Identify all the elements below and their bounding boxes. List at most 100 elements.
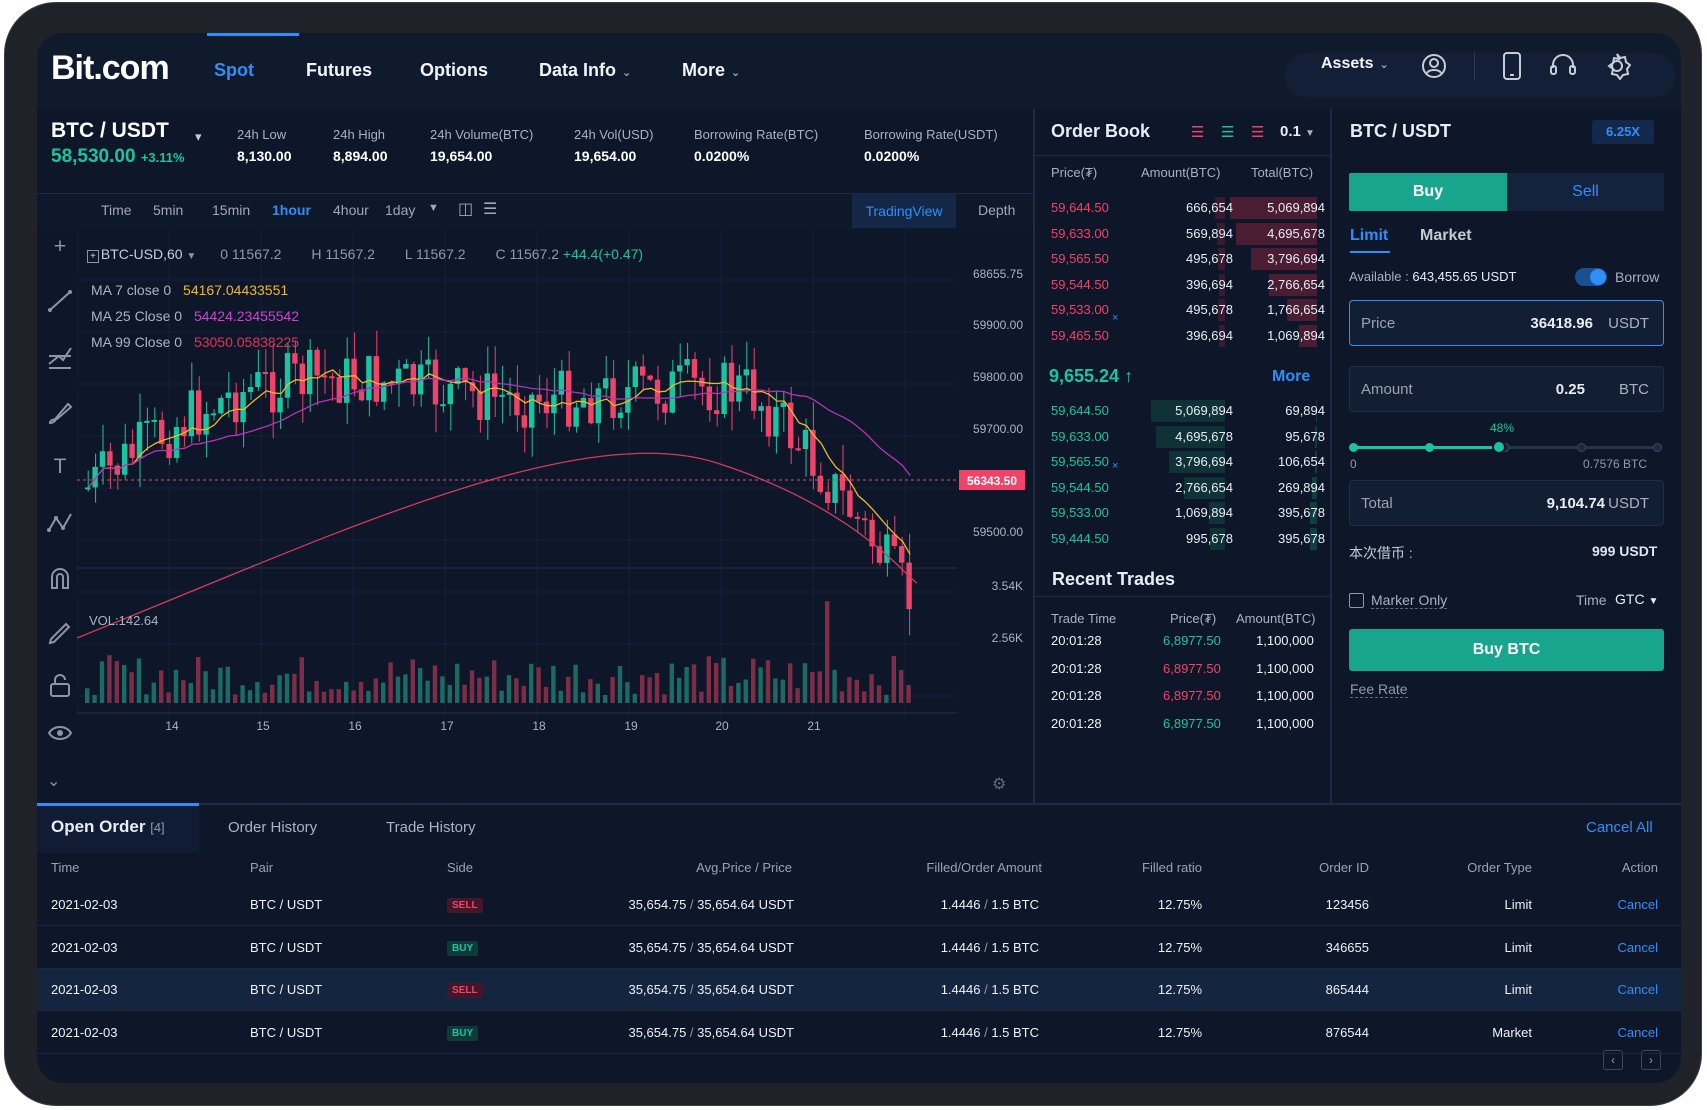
buy-tab[interactable]: Buy <box>1349 173 1507 211</box>
bid-row[interactable]: 59,533.00 1,069,894 395,678 <box>1047 500 1341 526</box>
bid-row[interactable]: 59,565.50 3,796,694 106,654 <box>1047 449 1341 475</box>
arrow-up-icon: ↑ <box>1124 366 1134 386</box>
time-in-force-select[interactable]: GTC ▼ <box>1615 591 1658 607</box>
brush-icon[interactable] <box>47 400 73 426</box>
interval-dropdown-icon[interactable]: ▼ <box>428 202 439 214</box>
nav-futures[interactable]: Futures <box>306 60 372 81</box>
lock-icon[interactable] <box>47 672 73 698</box>
order-cancel-button[interactable]: Cancel <box>1618 897 1658 912</box>
nav-more[interactable]: More ⌄ <box>682 60 740 81</box>
assets-menu[interactable]: Assets ⌄ <box>1321 55 1389 73</box>
sell-tab[interactable]: Sell <box>1507 173 1664 211</box>
slider-step[interactable] <box>1349 443 1358 452</box>
settings-gear-icon[interactable] <box>1603 52 1631 80</box>
book-view-both-icon[interactable]: ☰ <box>1191 123 1204 141</box>
open-order-tab[interactable]: Open Order [4] <box>51 817 165 837</box>
volume-bar <box>144 694 149 703</box>
bid-row[interactable]: 59,444.50 995,678 395,678 <box>1047 526 1341 552</box>
bid-row[interactable]: 59,544.50 2,766,654 269,894 <box>1047 475 1341 501</box>
fibonacci-icon[interactable] <box>47 344 73 370</box>
interval-1hour[interactable]: 1hour <box>272 202 311 218</box>
pattern-icon[interactable] <box>47 510 73 536</box>
maker-only-checkbox[interactable] <box>1349 593 1364 608</box>
expand-icon[interactable]: + <box>87 250 99 263</box>
ruler-pencil-icon[interactable] <box>47 620 73 646</box>
leverage-badge[interactable]: 6.25X <box>1592 120 1654 144</box>
buy-btc-button[interactable]: Buy BTC <box>1349 629 1664 671</box>
total-input[interactable]: Total 9,104.74 USDT <box>1349 480 1664 526</box>
pair-title[interactable]: BTC / USDT <box>51 119 169 143</box>
cancel-all-button[interactable]: Cancel All <box>1586 819 1653 836</box>
order-cancel-button[interactable]: Cancel <box>1618 982 1658 997</box>
trendline-icon[interactable] <box>47 288 73 314</box>
text-tool-icon[interactable]: T <box>47 454 73 480</box>
open-order-tab-label: Open Order <box>51 817 146 836</box>
volume-bar <box>136 658 142 703</box>
amount-slider[interactable] <box>1349 440 1662 454</box>
volume-bar <box>373 678 378 703</box>
order-cancel-button[interactable]: Cancel <box>1618 940 1658 955</box>
support-headset-icon[interactable] <box>1549 53 1577 79</box>
chart-settings-icon[interactable]: ⚙ <box>992 774 1006 794</box>
ask-row[interactable]: 59,544.50 396,694 2,766,654 <box>1047 272 1341 298</box>
nav-data-info[interactable]: Data Info ⌄ <box>539 60 631 81</box>
eye-icon[interactable] <box>47 720 73 746</box>
interval-time[interactable]: Time <box>101 202 132 218</box>
tradingview-tab[interactable]: TradingView <box>852 194 956 228</box>
slider-step[interactable] <box>1577 443 1586 452</box>
ask-row[interactable]: 59,533.00 495,678 1,766,654 <box>1047 297 1341 323</box>
precision-select[interactable]: 0.1 ▼ <box>1280 123 1315 140</box>
logo[interactable]: Bit.com <box>51 49 170 88</box>
mobile-icon[interactable] <box>1502 52 1522 80</box>
ask-row[interactable]: 59,644.50 666,654 5,069,894 <box>1047 195 1341 221</box>
book-view-asks-icon[interactable]: ☰ <box>1251 123 1264 141</box>
price-input[interactable]: Price 36418.96 USDT <box>1349 300 1664 346</box>
ma7-line <box>88 369 911 555</box>
bid-row[interactable]: 59,644.50 5,069,894 69,894 <box>1047 398 1341 424</box>
order-time: 2021-02-03 <box>51 982 118 997</box>
symbol-dropdown-icon[interactable]: ▼ <box>186 251 196 262</box>
depth-tab[interactable]: Depth <box>978 202 1015 218</box>
indicator-settings-icon[interactable]: ☰ <box>483 199 497 219</box>
candle <box>847 490 853 517</box>
limit-tab[interactable]: Limit <box>1350 227 1388 245</box>
magnet-icon[interactable] <box>47 566 73 592</box>
crosshair-icon[interactable]: + <box>47 234 73 260</box>
borrow-toggle[interactable] <box>1575 268 1607 286</box>
interval-5min[interactable]: 5min <box>153 202 183 218</box>
bid-row[interactable]: 59,633.00 4,695,678 95,678 <box>1047 424 1341 450</box>
volume-bar <box>114 661 119 703</box>
candle <box>92 466 98 488</box>
volume-bar <box>543 686 549 703</box>
amount-input[interactable]: Amount 0.25 BTC <box>1349 366 1664 412</box>
nav-options[interactable]: Options <box>420 60 488 81</box>
pair-dropdown-icon[interactable]: ▾ <box>195 129 202 145</box>
ask-row[interactable]: 59,633.00 569,894 4,695,678 <box>1047 221 1341 247</box>
volume-bar <box>166 692 171 703</box>
user-icon[interactable] <box>1421 53 1447 79</box>
ask-row[interactable]: 59,465.50 396,694 1,069,894 <box>1047 323 1341 349</box>
ask-row[interactable]: 59,565.50 495,678 3,796,694 <box>1047 246 1341 272</box>
volume-bar <box>366 690 371 703</box>
candle-type-icon[interactable]: ◫ <box>458 199 473 219</box>
collapse-chevron-icon[interactable]: ⌄ <box>47 771 60 791</box>
order-book-more-link[interactable]: More <box>1272 368 1310 386</box>
slider-step[interactable] <box>1425 443 1434 452</box>
slider-step[interactable] <box>1653 443 1662 452</box>
interval-15min[interactable]: 15min <box>212 202 250 218</box>
slider-handle[interactable] <box>1491 440 1506 454</box>
fee-rate-link[interactable]: Fee Rate <box>1350 681 1408 698</box>
book-view-bids-icon[interactable]: ☰ <box>1221 123 1234 141</box>
trade-history-tab[interactable]: Trade History <box>386 819 475 836</box>
interval-4hour[interactable]: 4hour <box>333 202 369 218</box>
volume-bar <box>588 679 593 703</box>
volume-bar <box>506 675 512 703</box>
order-price: 35,654.75 / 35,654.64 USDT <box>628 1025 794 1040</box>
order-history-tab[interactable]: Order History <box>228 819 317 836</box>
interval-1day[interactable]: 1day <box>385 202 415 218</box>
order-cancel-button[interactable]: Cancel <box>1618 1025 1658 1040</box>
tablet-frame: Bit.com Spot Futures Options Data Info ⌄ … <box>4 2 1702 1106</box>
market-tab[interactable]: Market <box>1420 227 1472 245</box>
chart-symbol[interactable]: BTC-USD,60 <box>101 246 183 262</box>
nav-spot[interactable]: Spot <box>214 60 254 81</box>
